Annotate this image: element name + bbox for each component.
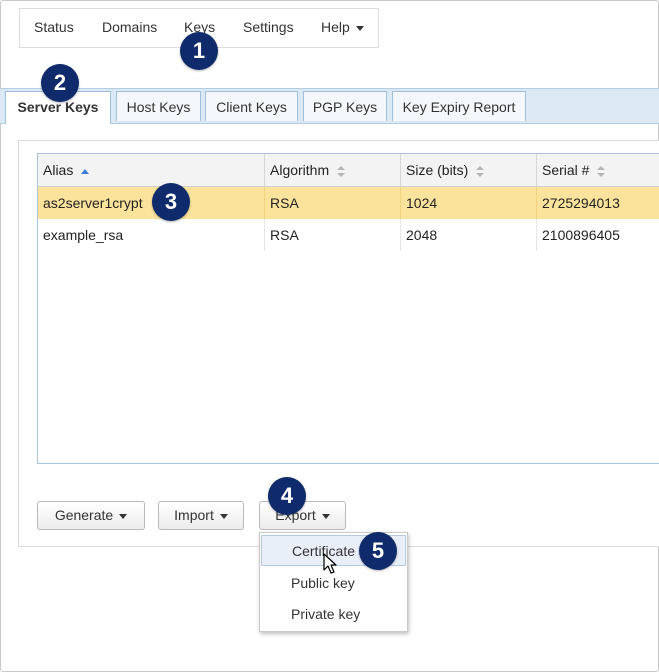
sort-both-icon — [337, 165, 346, 177]
tab-client-keys[interactable]: Client Keys — [205, 91, 298, 121]
column-header-serial[interactable]: Serial # — [537, 154, 659, 186]
sort-both-icon — [597, 165, 606, 177]
cell-size: 2048 — [401, 219, 537, 251]
caret-down-icon — [119, 513, 128, 519]
callout-badge: 4 — [268, 477, 306, 515]
nav-status[interactable]: Status — [34, 19, 74, 35]
column-header-alias[interactable]: Alias — [38, 154, 265, 186]
column-header-label: Alias — [43, 162, 74, 178]
cell-algorithm: RSA — [265, 187, 401, 219]
caret-down-icon — [355, 25, 364, 31]
callout-badge: 2 — [41, 64, 79, 102]
tab-host-keys[interactable]: Host Keys — [116, 91, 201, 121]
caret-down-icon — [321, 513, 330, 519]
column-header-size[interactable]: Size (bits) — [401, 154, 537, 186]
import-button[interactable]: Import — [158, 501, 244, 530]
callout-badge: 3 — [152, 183, 190, 221]
nav-settings[interactable]: Settings — [243, 19, 294, 35]
cell-size: 1024 — [401, 187, 537, 219]
generate-button[interactable]: Generate — [37, 501, 145, 530]
cell-algorithm: RSA — [265, 219, 401, 251]
column-header-label: Size (bits) — [406, 162, 469, 178]
column-header-label: Serial # — [542, 162, 590, 178]
mouse-pointer-icon — [323, 553, 337, 574]
caret-down-icon — [219, 513, 228, 519]
nav-help[interactable]: Help — [321, 19, 364, 35]
table-row[interactable]: example_rsa RSA 2048 2100896405 — [38, 219, 659, 251]
column-header-label: Algorithm — [270, 162, 330, 178]
nav-help-label: Help — [321, 19, 350, 35]
callout-badge: 1 — [180, 32, 218, 70]
sort-both-icon — [476, 165, 485, 177]
cell-serial: 2100896405 — [542, 227, 620, 243]
sort-ascending-icon — [81, 169, 90, 175]
generate-button-label: Generate — [54, 507, 114, 523]
table-header: Alias Algorithm Size (bits) Serial # — [38, 154, 659, 187]
import-button-label: Import — [174, 507, 214, 523]
keys-table: Alias Algorithm Size (bits) Serial # as2… — [37, 153, 659, 464]
cell-serial: 2725294013 — [542, 195, 620, 211]
callout-badge: 5 — [359, 532, 397, 570]
table-row[interactable]: as2server1crypt RSA 1024 2725294013 — [38, 187, 659, 219]
column-header-algorithm[interactable]: Algorithm — [265, 154, 401, 186]
tab-pgp-keys[interactable]: PGP Keys — [303, 91, 387, 121]
cell-alias: example_rsa — [38, 219, 265, 251]
nav-domains[interactable]: Domains — [102, 19, 157, 35]
tab-key-expiry-report[interactable]: Key Expiry Report — [392, 91, 526, 121]
menu-item-private-key[interactable]: Private key — [261, 599, 406, 630]
